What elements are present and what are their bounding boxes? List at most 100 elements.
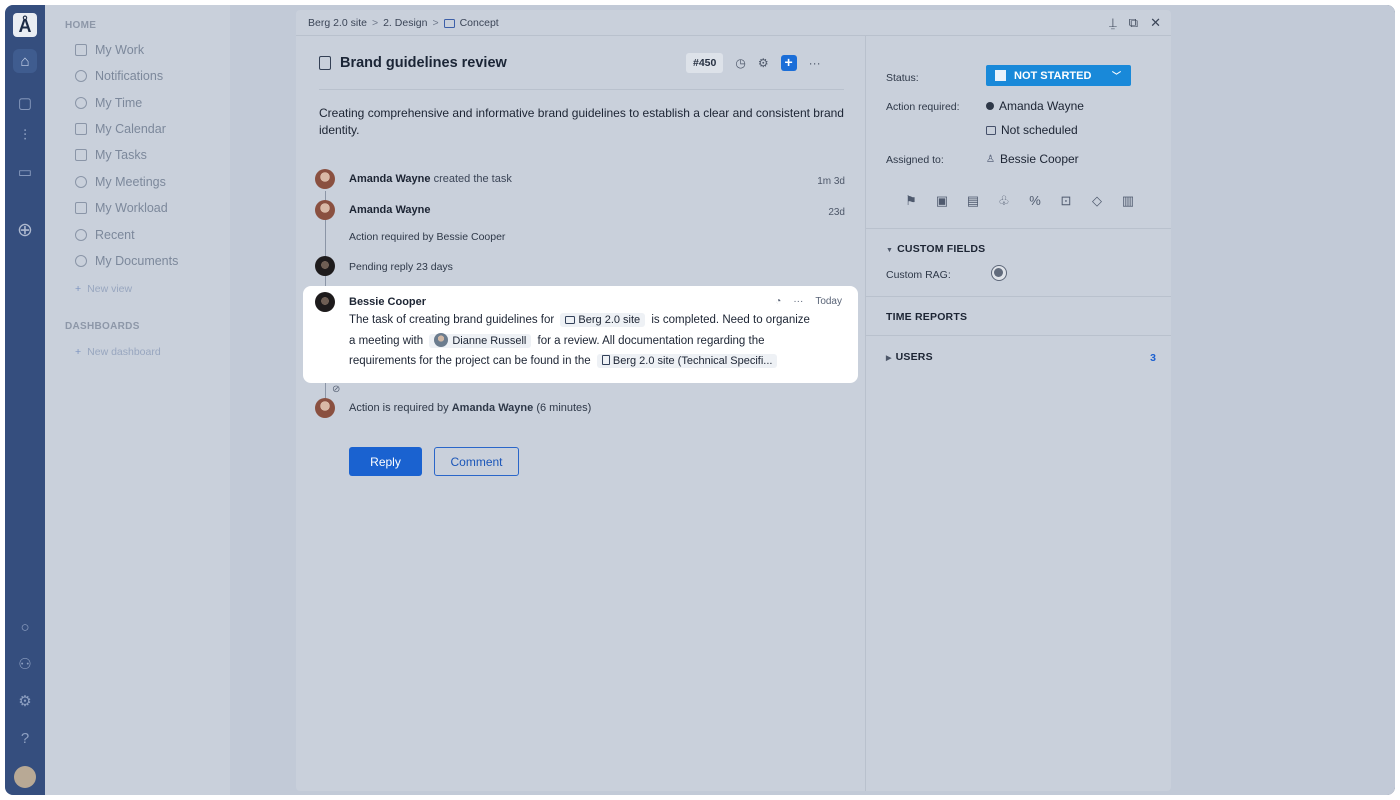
- header-divider: [319, 89, 844, 90]
- task-topbar: Berg 2.0 site > 2. Design > Concept ⍊ ⧉ …: [296, 10, 1171, 36]
- property-icons: ⚑ ▣ ▤ ♧ % ⊡ ◇ ▥: [903, 193, 1136, 209]
- person-chip[interactable]: Dianne Russell: [429, 332, 532, 348]
- clipboard-icon: [319, 56, 331, 70]
- action-date[interactable]: Not scheduled: [986, 123, 1078, 137]
- status-square-icon: [995, 70, 1006, 81]
- estimate-icon[interactable]: ⊡: [1058, 193, 1074, 209]
- chat-icon[interactable]: ▭: [13, 160, 37, 184]
- caret-right-icon: ▶: [886, 355, 892, 362]
- pin-icon[interactable]: ⍊: [1109, 15, 1117, 31]
- task-title[interactable]: Brand guidelines review: [340, 55, 507, 71]
- new-view-link[interactable]: + New view: [75, 283, 132, 295]
- documents-icon: [75, 255, 87, 267]
- activity-time: 23d: [828, 207, 845, 218]
- check-circle-icon[interactable]: ◔: [775, 296, 781, 307]
- breadcrumb-page[interactable]: Concept: [460, 17, 499, 29]
- comment-button[interactable]: Comment: [434, 447, 519, 476]
- comment-tools: ◔ ··· Today: [775, 296, 842, 307]
- avatar[interactable]: [315, 200, 335, 220]
- task-panel: Berg 2.0 site > 2. Design > Concept ⍊ ⧉ …: [296, 10, 1171, 791]
- avatar[interactable]: [315, 256, 335, 276]
- time-reports-section[interactable]: TIME REPORTS: [886, 311, 967, 323]
- breadcrumb-project[interactable]: Berg 2.0 site: [308, 17, 367, 29]
- action-required-user[interactable]: Amanda Wayne: [986, 99, 1084, 113]
- custom-rag-label: Custom RAG:: [886, 269, 951, 281]
- icon-rail: Å ⌂ ▢ ⫶ ▭ ⊕ ○ ⚇ ⚙ ?: [5, 5, 45, 795]
- task-id-badge[interactable]: #450: [686, 53, 724, 73]
- nav-recent[interactable]: Recent: [75, 225, 135, 245]
- project-chip[interactable]: Berg 2.0 site: [560, 313, 646, 327]
- more-icon[interactable]: ···: [793, 296, 803, 307]
- checkbox-icon: [75, 44, 87, 56]
- building-icon[interactable]: ▥: [1120, 193, 1136, 209]
- comment-time: Today: [815, 296, 842, 307]
- task-header: Brand guidelines review: [319, 55, 507, 71]
- open-external-icon[interactable]: ⧉: [1129, 15, 1138, 31]
- nav-my-time[interactable]: My Time: [75, 93, 142, 113]
- nav-my-work[interactable]: My Work: [75, 40, 144, 60]
- app-logo[interactable]: Å: [13, 13, 37, 37]
- nav-my-calendar[interactable]: My Calendar: [75, 119, 166, 139]
- task-description[interactable]: Creating comprehensive and informative b…: [319, 105, 849, 139]
- task-properties: Status: NOT STARTED ﹀ Action required: A…: [865, 36, 1171, 791]
- nav-my-meetings[interactable]: My Meetings: [75, 172, 166, 192]
- plus-icon: +: [75, 283, 82, 295]
- activity-created: Amanda Wayne created the task: [349, 173, 512, 185]
- more-icon[interactable]: ···: [809, 56, 821, 70]
- activity-author[interactable]: Amanda Wayne: [349, 204, 431, 216]
- calendar-icon[interactable]: ▤: [965, 193, 981, 209]
- activity-time: 1m 3d: [817, 176, 845, 187]
- nav-notifications[interactable]: Notifications: [75, 66, 163, 86]
- users-icon[interactable]: ⚇: [13, 652, 37, 676]
- avatar[interactable]: [315, 292, 335, 312]
- briefcase-icon[interactable]: ▢: [13, 91, 37, 115]
- percent-icon[interactable]: %: [1027, 193, 1043, 209]
- activity-action-required: Action required by Bessie Cooper: [349, 231, 506, 243]
- action-required-label: Action required:: [886, 101, 960, 113]
- settings-icon[interactable]: ⚙: [758, 56, 769, 70]
- avatar: [434, 332, 449, 347]
- reply-button[interactable]: Reply: [349, 447, 422, 476]
- tasks-icon: [75, 149, 87, 161]
- custom-fields-section[interactable]: ▼ CUSTOM FIELDS: [886, 243, 985, 255]
- flag-icon[interactable]: ⚑: [903, 193, 919, 209]
- comment-card[interactable]: Bessie Cooper ◔ ··· Today The task of cr…: [303, 286, 858, 383]
- status-dropdown[interactable]: NOT STARTED ﹀: [986, 65, 1131, 86]
- rag-indicator[interactable]: [991, 265, 1007, 281]
- home-icon[interactable]: ⌂: [13, 49, 37, 73]
- settings-icon[interactable]: ⚙: [13, 689, 37, 713]
- user-avatar[interactable]: [14, 766, 36, 788]
- alert-icon: [986, 102, 994, 110]
- nav-my-documents[interactable]: My Documents: [75, 251, 178, 271]
- help-icon[interactable]: ?: [13, 726, 37, 750]
- avatar[interactable]: [315, 169, 335, 189]
- add-icon[interactable]: ⊕: [13, 218, 37, 242]
- search-icon[interactable]: ○: [13, 615, 37, 639]
- bell-icon: [75, 70, 87, 82]
- assigned-user[interactable]: ♙ Bessie Cooper: [986, 152, 1079, 166]
- add-button[interactable]: +: [780, 55, 797, 71]
- briefcase-icon: [565, 316, 576, 324]
- users-section[interactable]: ▶ USERS: [886, 351, 933, 363]
- budget-icon[interactable]: ♧: [996, 193, 1012, 209]
- tag-icon[interactable]: ◇: [1089, 193, 1105, 209]
- document-icon: [601, 355, 610, 365]
- comment-author[interactable]: Bessie Cooper: [349, 296, 426, 308]
- image-icon: [443, 18, 455, 28]
- document-chip[interactable]: Berg 2.0 site (Technical Specifi...: [596, 354, 778, 368]
- navigation-panel: HOME My Work Notifications My Time My Ca…: [45, 5, 230, 795]
- nav-my-tasks[interactable]: My Tasks: [75, 145, 147, 165]
- activity-pending: Pending reply 23 days: [349, 261, 453, 273]
- calendar-icon: [986, 125, 996, 135]
- avatar[interactable]: [315, 398, 335, 418]
- new-dashboard-link[interactable]: + New dashboard: [75, 346, 161, 358]
- timeline-icon[interactable]: ⫶: [13, 123, 37, 147]
- clock-icon[interactable]: ◷: [735, 56, 745, 70]
- date-icon[interactable]: ▣: [934, 193, 950, 209]
- breadcrumb: Berg 2.0 site > 2. Design > Concept: [308, 17, 499, 29]
- nav-my-workload[interactable]: My Workload: [75, 198, 168, 218]
- activity-action-required: Action is required by Amanda Wayne (6 mi…: [349, 402, 592, 414]
- meetings-icon: [75, 176, 87, 188]
- breadcrumb-folder[interactable]: 2. Design: [383, 17, 427, 29]
- close-icon[interactable]: ✕: [1150, 15, 1161, 31]
